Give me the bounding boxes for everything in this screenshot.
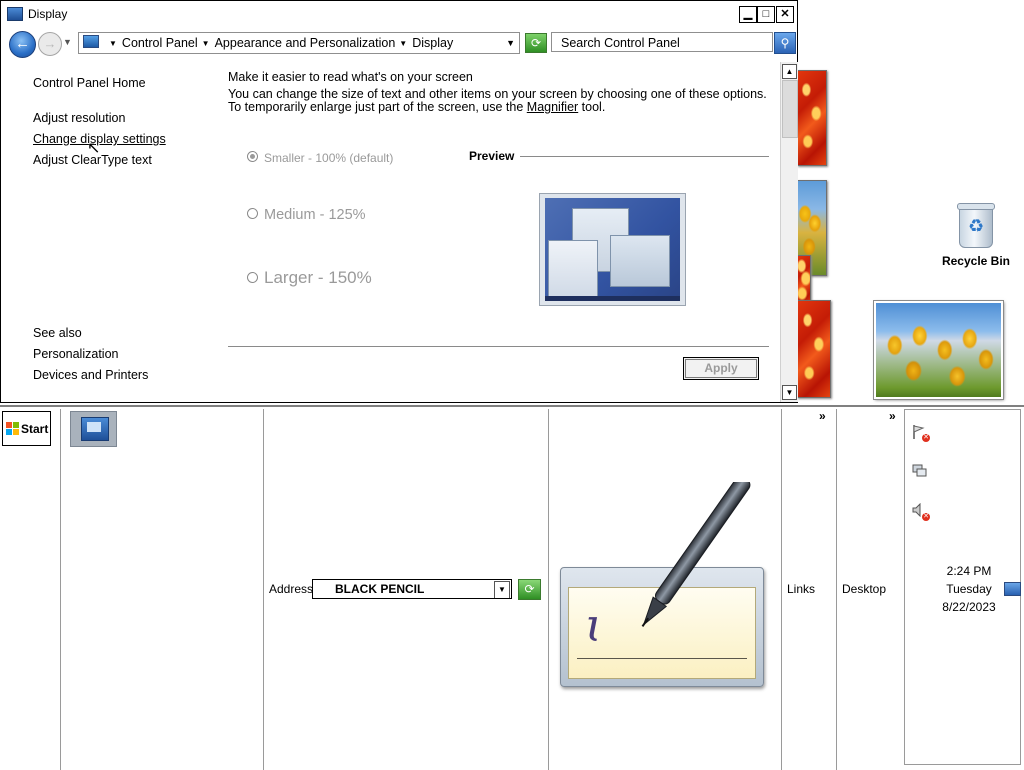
- radio-selected-icon: [247, 151, 258, 162]
- desktop-toolbar-label[interactable]: Desktop: [842, 582, 886, 596]
- search-input[interactable]: Search Control Panel: [551, 32, 773, 52]
- back-arrow-icon[interactable]: ←: [9, 31, 36, 58]
- preview-screen: [545, 198, 680, 301]
- vertical-scrollbar[interactable]: ▲ ▼: [780, 62, 798, 402]
- title-bar[interactable]: Display ▁ □ ✕: [1, 1, 797, 28]
- description-text-end: tool.: [578, 100, 606, 114]
- muted-badge-icon: ✕: [922, 513, 930, 521]
- address-toolbar-input[interactable]: BLACK PENCIL ▼: [312, 579, 512, 599]
- scroll-down-icon[interactable]: ▼: [782, 385, 797, 400]
- start-label: Start: [21, 422, 49, 436]
- taskbar-divider[interactable]: [836, 409, 837, 770]
- search-icon[interactable]: ⚲: [774, 32, 796, 54]
- page-heading: Make it easier to read what's on your sc…: [228, 70, 473, 84]
- magnifier-link[interactable]: Magnifier: [527, 100, 578, 114]
- refresh-icon[interactable]: ⟳: [525, 33, 547, 53]
- volume-muted-icon[interactable]: ✕: [912, 502, 930, 521]
- description-text: You can change the size of text and othe…: [228, 87, 767, 114]
- minimize-button[interactable]: ▁: [739, 6, 757, 23]
- preview-taskbar: [545, 296, 680, 301]
- pen-icon: [641, 482, 751, 627]
- adjust-resolution-link[interactable]: Adjust resolution: [33, 111, 125, 125]
- preview-label: Preview: [469, 149, 515, 163]
- navigation-bar: ← → ▼ ▼ Control Panel ▼ Appearance and Pers…: [1, 29, 797, 59]
- devices-and-printers-link[interactable]: Devices and Printers: [33, 368, 148, 382]
- breadcrumb-item-appearance[interactable]: Appearance and Personalization: [215, 36, 396, 50]
- links-toolbar-label[interactable]: Links: [787, 582, 815, 596]
- network-icon[interactable]: [912, 463, 928, 479]
- address-go-icon[interactable]: ⟳: [518, 579, 541, 600]
- display-app-icon: [7, 7, 23, 21]
- option-larger-radio[interactable]: Larger - 150%: [247, 268, 372, 288]
- option-smaller-radio[interactable]: Smaller - 100% (default): [247, 151, 393, 165]
- photo-thumbnail-tulips-large[interactable]: [873, 300, 1004, 400]
- display-window: Display ▁ □ ✕ ← → ▼ ▼ Control Panel ▼ Appea…: [0, 0, 798, 403]
- option-medium-radio[interactable]: Medium - 125%: [247, 207, 366, 223]
- photo-thumbnail-red-tulips-3[interactable]: [797, 300, 831, 398]
- forward-arrow-icon[interactable]: →: [38, 32, 62, 56]
- address-dropdown-icon[interactable]: ▼: [506, 33, 515, 53]
- page-description: You can change the size of text and othe…: [228, 88, 768, 114]
- address-toolbar-value: BLACK PENCIL: [335, 582, 425, 596]
- personalization-link[interactable]: Personalization: [33, 347, 118, 361]
- option-smaller-label: Smaller - 100% (default): [264, 151, 394, 165]
- control-panel-icon: [83, 35, 99, 48]
- taskbar-display-window-button[interactable]: [70, 411, 117, 447]
- error-badge-icon: ✕: [922, 434, 930, 442]
- preview-divider: [520, 156, 769, 157]
- radio-empty-icon: [247, 208, 258, 219]
- breadcrumb-separator-icon[interactable]: ▼: [399, 39, 407, 48]
- recent-pages-dropdown-icon[interactable]: ▼: [63, 37, 72, 47]
- radio-empty-icon: [247, 272, 258, 283]
- desktop-chevron-icon[interactable]: »: [889, 409, 896, 423]
- recycle-bin-icon: ♻: [957, 203, 995, 248]
- display-app-icon: [81, 417, 109, 441]
- breadcrumb-separator-icon[interactable]: ▼: [202, 39, 210, 48]
- action-center-flag-icon[interactable]: ✕: [912, 424, 930, 442]
- option-medium-label: Medium - 125%: [264, 207, 366, 223]
- taskbar-divider[interactable]: [781, 409, 782, 770]
- taskbar-divider[interactable]: [60, 409, 61, 770]
- photo-thumbnail-red-tulips[interactable]: [797, 70, 827, 166]
- clock-time: 2:24 PM: [946, 564, 992, 578]
- content-divider: [228, 346, 769, 347]
- taskbar: Start Address BLACK PENCIL ▼ ⟳ ɩ » Links…: [0, 405, 1024, 770]
- address-toolbar-dropdown-icon[interactable]: ▼: [494, 581, 510, 598]
- control-panel-home-link[interactable]: Control Panel Home: [33, 76, 146, 90]
- window-title: Display: [28, 7, 68, 21]
- option-larger-label: Larger - 150%: [264, 268, 372, 287]
- links-chevron-icon[interactable]: »: [819, 409, 826, 423]
- windows-logo-icon: [6, 422, 19, 435]
- breadcrumb-item-display[interactable]: Display: [412, 36, 453, 50]
- preview-window-icon: [548, 240, 598, 300]
- clock-date: 8/22/2023: [942, 600, 996, 614]
- apply-button[interactable]: Apply: [683, 357, 759, 380]
- scrollbar-thumb[interactable]: [782, 80, 798, 138]
- breadcrumb[interactable]: ▼ Control Panel ▼ Appearance and Personaliz…: [78, 32, 520, 54]
- recycle-bin[interactable]: ♻ Recycle Bin: [936, 203, 1016, 268]
- preview-window-icon: [610, 235, 670, 287]
- close-button[interactable]: ✕: [776, 6, 794, 23]
- start-button[interactable]: Start: [2, 411, 51, 446]
- recycle-bin-label: Recycle Bin: [941, 254, 1011, 268]
- address-toolbar-label: Address: [269, 582, 314, 596]
- maximize-button[interactable]: □: [757, 6, 775, 23]
- scroll-up-icon[interactable]: ▲: [782, 64, 797, 79]
- taskbar-divider[interactable]: [548, 409, 549, 770]
- show-desktop-icon[interactable]: [1004, 582, 1021, 596]
- mouse-cursor-icon: ↖: [87, 140, 101, 157]
- content-area: Control Panel Home Adjust resolution Cha…: [1, 61, 779, 402]
- see-also-heading: See also: [33, 326, 82, 340]
- taskbar-divider[interactable]: [263, 409, 264, 770]
- preview-image: [539, 193, 686, 306]
- breadcrumb-separator-icon[interactable]: ▼: [109, 39, 117, 48]
- breadcrumb-item-control-panel[interactable]: Control Panel: [122, 36, 198, 50]
